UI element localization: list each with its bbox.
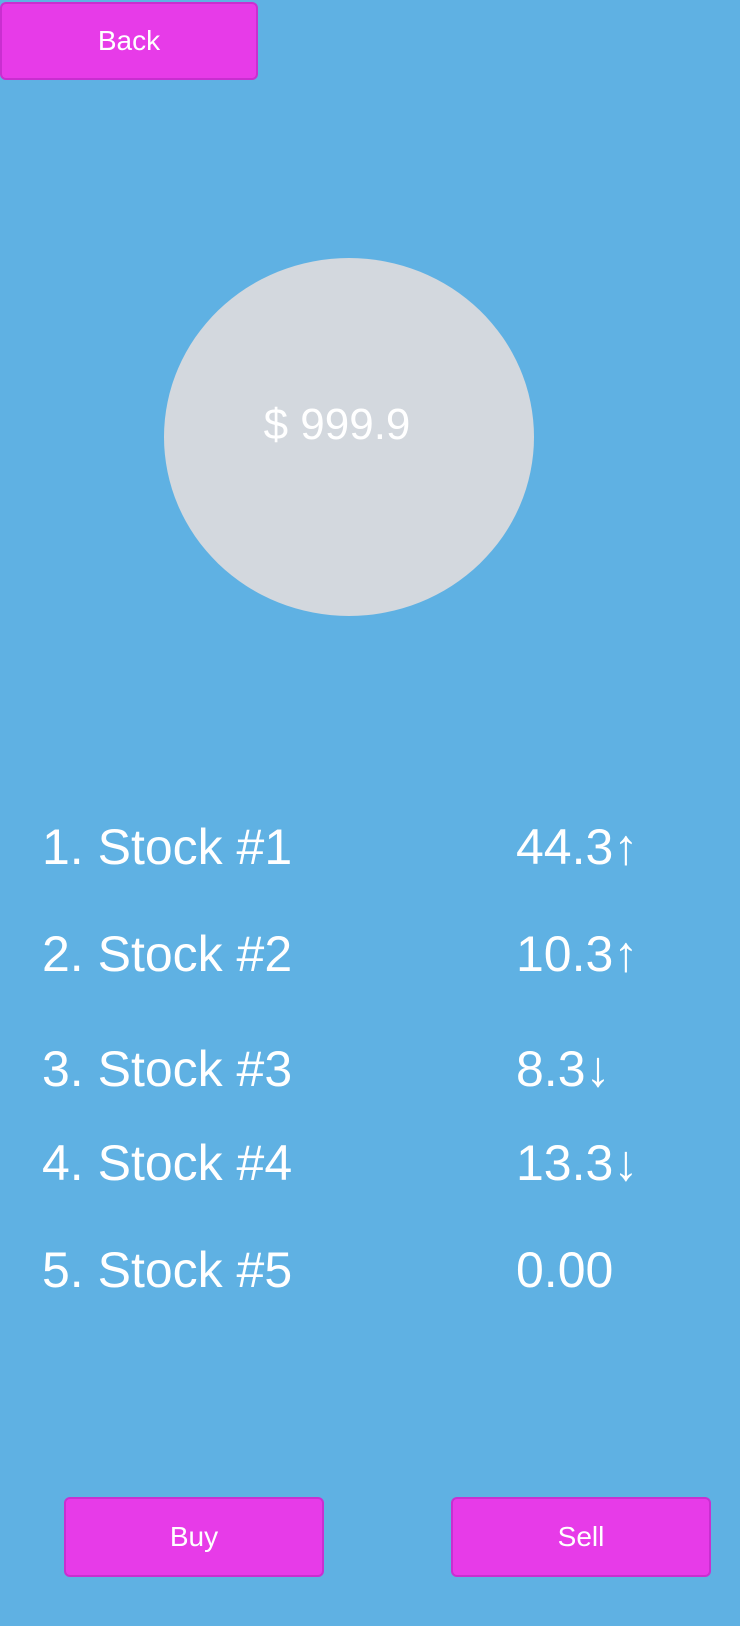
stock-value: 8.3↓	[516, 1041, 611, 1097]
buy-button[interactable]: Buy	[64, 1497, 324, 1577]
stock-value: 44.3↑	[516, 819, 639, 875]
stock-name: 4. Stock #4	[42, 1135, 293, 1191]
stock-row-4[interactable]: 4. Stock #4 13.3↓	[42, 1134, 702, 1194]
balance-amount: $ 999.9	[263, 400, 411, 449]
stock-name: 3. Stock #3	[42, 1041, 293, 1097]
stock-name: 5. Stock #5	[42, 1242, 293, 1298]
stock-value: 0.00	[516, 1242, 614, 1298]
stock-list: 1. Stock #1 44.3↑ 2. Stock #2 10.3↑ 3. S…	[0, 0, 740, 1626]
stock-row-1[interactable]: 1. Stock #1 44.3↑	[42, 818, 702, 878]
stock-value: 10.3↑	[516, 926, 639, 982]
stock-value: 13.3↓	[516, 1135, 639, 1191]
stock-name: 1. Stock #1	[42, 819, 293, 875]
stock-row-2[interactable]: 2. Stock #2 10.3↑	[42, 925, 702, 985]
balance-display: $ 999.9	[164, 258, 534, 616]
stock-row-3[interactable]: 3. Stock #3 8.3↓	[42, 1040, 702, 1100]
sell-button[interactable]: Sell	[451, 1497, 711, 1577]
back-button[interactable]: Back	[0, 2, 258, 80]
stock-name: 2. Stock #2	[42, 926, 293, 982]
stock-row-5[interactable]: 5. Stock #5 0.00	[42, 1241, 702, 1301]
